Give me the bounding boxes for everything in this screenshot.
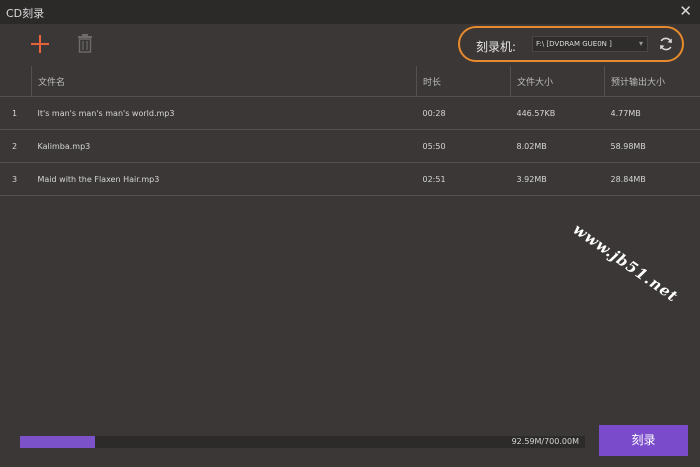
refresh-icon[interactable] (658, 36, 674, 52)
row-duration: 02:51 (416, 162, 511, 196)
table-row[interactable]: 1 It's man's man's man's world.mp3 00:28… (0, 96, 700, 130)
delete-file-button[interactable] (76, 33, 94, 53)
row-output-size: 28.84MB (604, 162, 700, 196)
header-duration[interactable]: 时长 (416, 66, 511, 97)
capacity-progress-fill (20, 436, 95, 448)
table-row[interactable]: 3 Maid with the Flaxen Hair.mp3 02:51 3.… (0, 162, 700, 196)
row-index: 3 (0, 162, 32, 196)
row-filesize: 446.57KB (510, 96, 605, 130)
row-filesize: 8.02MB (510, 129, 605, 163)
burner-label: 刻录机: (476, 40, 517, 54)
row-duration: 00:28 (416, 96, 511, 130)
header-filesize[interactable]: 文件大小 (510, 66, 605, 97)
add-file-button[interactable] (29, 33, 51, 55)
row-filename: It's man's man's man's world.mp3 (31, 96, 417, 130)
row-filename: Maid with the Flaxen Hair.mp3 (31, 162, 417, 196)
burner-selected-value: F:\ [DVDRAM GUE0N ] (536, 40, 612, 48)
row-index: 1 (0, 96, 32, 130)
chevron-down-icon: ▾ (638, 39, 643, 48)
capacity-progress-bar: 92.59M/700.00M (20, 436, 585, 448)
table-row[interactable]: 2 Kalimba.mp3 05:50 8.02MB 58.98MB (0, 129, 700, 163)
title-bar: CD刻录 ✕ (0, 0, 700, 24)
burner-dropdown[interactable]: F:\ [DVDRAM GUE0N ] ▾ (532, 36, 648, 52)
window-title: CD刻录 (6, 7, 45, 20)
trash-icon (78, 34, 92, 53)
header-index (0, 66, 32, 97)
close-button[interactable]: ✕ (679, 3, 692, 19)
row-duration: 05:50 (416, 129, 511, 163)
capacity-progress-text: 92.59M/700.00M (511, 437, 579, 446)
burner-selector-group: 刻录机: F:\ [DVDRAM GUE0N ] ▾ (458, 26, 684, 62)
row-index: 2 (0, 129, 32, 163)
header-filename[interactable]: 文件名 (31, 66, 417, 97)
file-table: 文件名 时长 文件大小 预计输出大小 1 It's man's man's ma… (0, 66, 700, 196)
table-header-row: 文件名 时长 文件大小 预计输出大小 (0, 66, 700, 97)
row-output-size: 4.77MB (604, 96, 700, 130)
row-output-size: 58.98MB (604, 129, 700, 163)
header-output-size[interactable]: 预计输出大小 (604, 66, 700, 97)
watermark: www.jb51.net (569, 220, 682, 306)
row-filename: Kalimba.mp3 (31, 129, 417, 163)
burn-button[interactable]: 刻录 (599, 425, 688, 456)
row-filesize: 3.92MB (510, 162, 605, 196)
